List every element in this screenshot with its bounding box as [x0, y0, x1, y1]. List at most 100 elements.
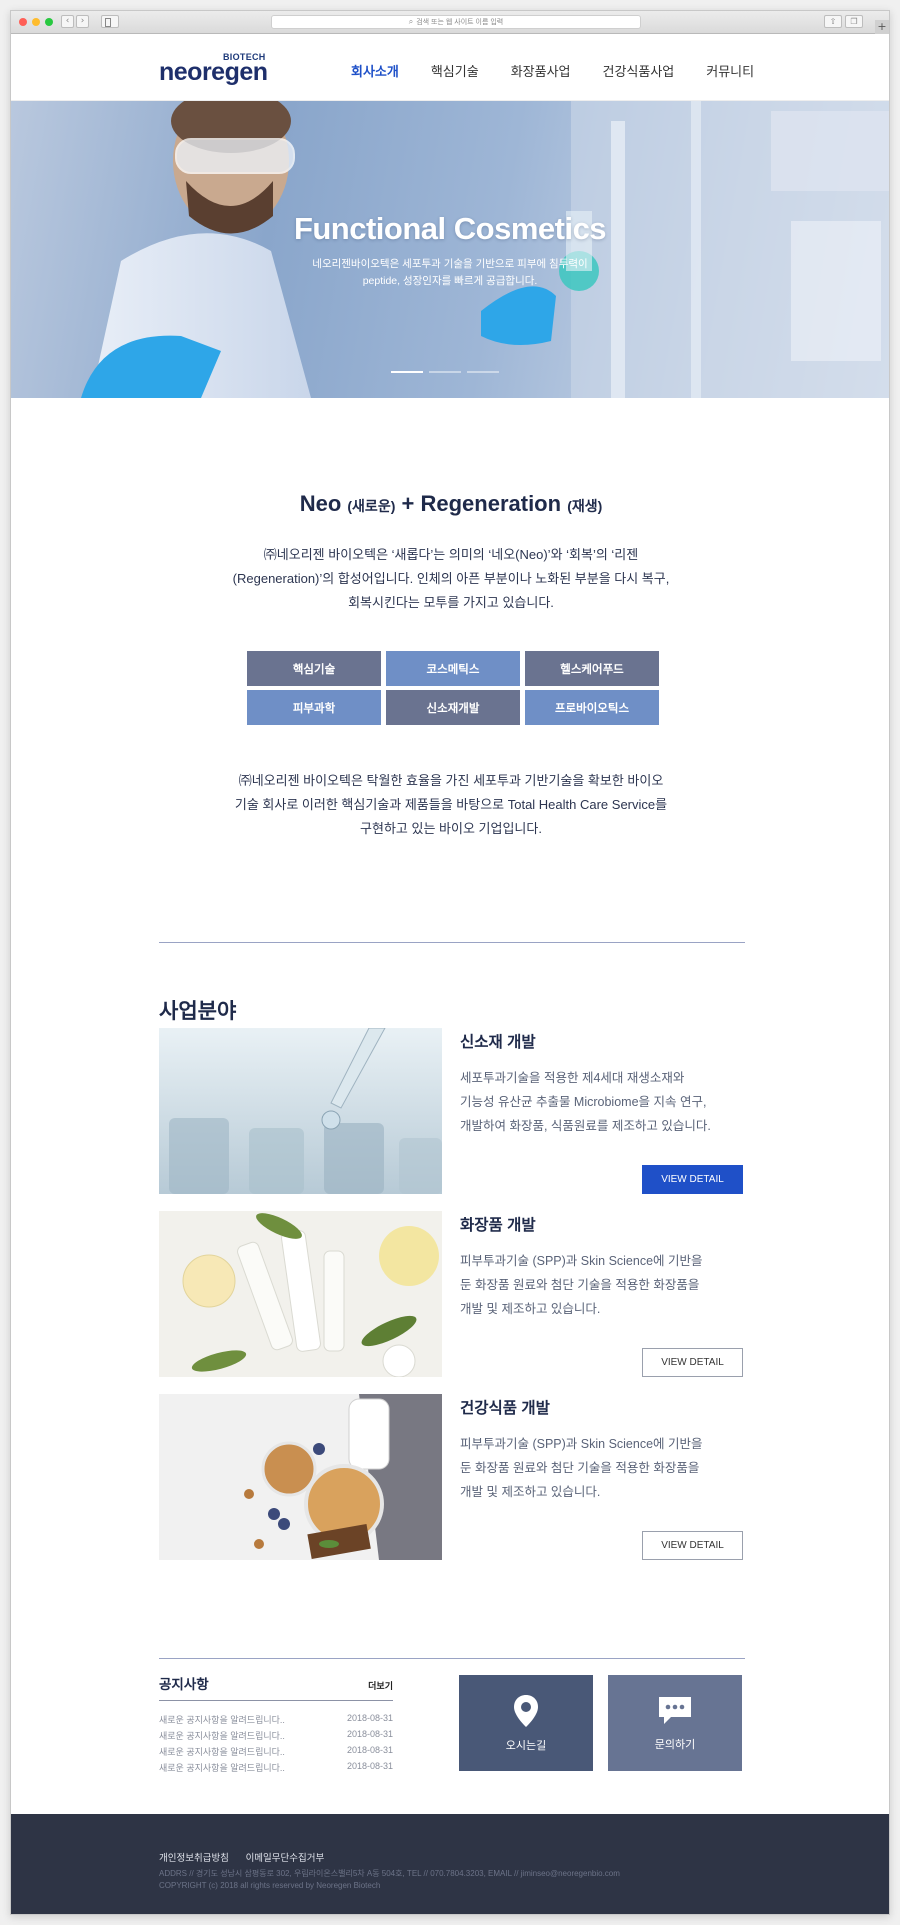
chip-healthcare-food[interactable]: 헬스케어푸드	[525, 651, 659, 686]
desc-line: 개발 및 제조하고 있습니다.	[460, 1302, 601, 1316]
location-label: 오시는길	[505, 1739, 547, 1752]
chip-cosmetics[interactable]: 코스메틱스	[386, 651, 520, 686]
notice-list: 새로운 공지사항을 알려드립니다.. 2018-08-31 새로운 공지사항을 알…	[159, 1713, 393, 1777]
site-header: BIOTECH neoregen 회사소개 핵심기술 화장품사업 건강식품사업 …	[11, 34, 889, 101]
cosmetics-products-image	[159, 1211, 442, 1377]
hero-subtitle-line: peptide, 성장인자를 빠르게 공급합니다.	[362, 275, 538, 287]
footer-address: ADDRS // 경기도 성남시 삼평동로 302, 우림라이온스밸리5차 A동…	[159, 1869, 620, 1878]
desc-line: 피부투과기술 (SPP)과 Skin Science에 기반을	[460, 1254, 703, 1268]
notice-item-text: 새로운 공지사항을 알려드립니다..	[159, 1731, 285, 1741]
nav-company[interactable]: 회사소개	[351, 61, 399, 80]
nav-community[interactable]: 커뮤니티	[706, 61, 754, 80]
company-description: ㈜네오리젠 바이오텍은 탁월한 효율을 가진 세포투과 기반기술을 확보한 바이…	[161, 769, 741, 841]
intro-title-regen-ko: (재생)	[567, 498, 603, 514]
slider-pagination	[391, 371, 499, 373]
intro-title-plus: +	[401, 491, 415, 516]
desc-line: 개발하여 화장품, 식품원료를 제조하고 있습니다.	[460, 1119, 711, 1133]
sidebar-toggle-icon[interactable]	[101, 15, 119, 28]
location-button[interactable]: 오시는길	[459, 1675, 593, 1771]
chip-probiotics[interactable]: 프로바이오틱스	[525, 690, 659, 725]
desc-line: 기능성 유산균 추출물 Microbiome을 지속 연구,	[460, 1095, 707, 1109]
notice-item-date: 2018-08-31	[346, 1729, 393, 1739]
main-nav: 회사소개 핵심기술 화장품사업 건강식품사업 커뮤니티	[351, 61, 786, 80]
business-item-title: 화장품 개발	[460, 1217, 536, 1234]
window-controls	[19, 18, 53, 26]
chip-core-tech[interactable]: 핵심기술	[247, 651, 381, 686]
desc-line: 세포투과기술을 적용한 제4세대 재생소재와	[460, 1071, 685, 1085]
desc-line: 둔 화장품 원료와 첨단 기술을 적용한 화장품을	[460, 1461, 700, 1475]
business-item-health-food: 건강식품 개발 피부투과기술 (SPP)과 Skin Science에 기반을 …	[159, 1394, 745, 1560]
map-pin-icon	[514, 1694, 538, 1727]
intro-title-neo: Neo	[299, 491, 342, 516]
desc-line: 둔 화장품 원료와 첨단 기술을 적용한 화장품을	[460, 1278, 700, 1292]
business-item-desc: 세포투과기술을 적용한 제4세대 재생소재와 기능성 유산균 추출물 Micro…	[460, 1066, 745, 1138]
nav-core-tech[interactable]: 핵심기술	[431, 61, 479, 80]
intro-title: Neo (새로운) + Regeneration (재생)	[11, 491, 889, 517]
address-placeholder: 검색 또는 웹 사이트 이름 입력	[416, 19, 504, 26]
notice-item[interactable]: 새로운 공지사항을 알려드립니다.. 2018-08-31	[159, 1713, 393, 1729]
intro-description: ㈜네오리젠 바이오텍은 ‘새롭다’는 의미의 ‘네오(Neo)’와 ‘회복’의 …	[161, 543, 741, 615]
desc-line: 피부투과기술 (SPP)과 Skin Science에 기반을	[460, 1437, 703, 1451]
lab-dropper-image	[159, 1028, 442, 1194]
search-icon: ⌕	[408, 17, 414, 26]
section-divider	[159, 1658, 745, 1659]
keyword-chips: 핵심기술 코스메틱스 헬스케어푸드 피부과학 신소재개발 프로바이오틱스	[247, 651, 659, 725]
intro-desc-line: ㈜네오리젠 바이오텍은 ‘새롭다’는 의미의 ‘네오(Neo)’와 ‘회복’의 …	[263, 547, 639, 562]
tabs-icon[interactable]: ❐	[845, 15, 863, 28]
notice-item-text: 새로운 공지사항을 알려드립니다..	[159, 1715, 285, 1725]
notice-title: 공지사항	[159, 1677, 209, 1692]
new-tab-icon[interactable]: +	[875, 20, 889, 34]
notice-item-text: 새로운 공지사항을 알려드립니다..	[159, 1747, 285, 1757]
share-icon[interactable]: ⇧	[824, 15, 842, 28]
business-item-new-material: 신소재 개발 세포투과기술을 적용한 제4세대 재생소재와 기능성 유산균 추출…	[159, 1028, 745, 1194]
inquiry-button[interactable]: 문의하기	[608, 1675, 742, 1771]
notice-more-link[interactable]: 더보기	[368, 1679, 393, 1692]
notice-item-date: 2018-08-31	[346, 1745, 393, 1755]
notice-item[interactable]: 새로운 공지사항을 알려드립니다.. 2018-08-31	[159, 1761, 393, 1777]
business-section-title: 사업분야	[159, 1000, 237, 1023]
notice-item-text: 새로운 공지사항을 알려드립니다..	[159, 1763, 285, 1773]
intro-desc-line: (Regeneration)’의 합성어입니다. 인체의 아픈 부분이나 노화된…	[232, 571, 670, 586]
privacy-policy-link[interactable]: 개인정보취급방침	[159, 1853, 229, 1864]
forward-icon[interactable]: ›	[76, 15, 89, 28]
email-policy-link[interactable]: 이메일무단수집거부	[246, 1853, 325, 1864]
notice-item-date: 2018-08-31	[346, 1713, 393, 1723]
business-item-title: 신소재 개발	[460, 1034, 536, 1051]
browser-toolbar: ‹ › ⌕ 검색 또는 웹 사이트 이름 입력 ⇧ ❐ +	[11, 11, 889, 34]
slide-dot[interactable]	[467, 371, 499, 373]
intro-title-regen: Regeneration	[420, 491, 562, 516]
hero-background-image	[81, 101, 889, 398]
slide-dot[interactable]	[391, 371, 423, 373]
company-desc-line: 기술 회사로 이러한 핵심기술과 제품들을 바탕으로 Total Health …	[234, 797, 668, 812]
intro-desc-line: 회복시킨다는 모투를 가지고 있습니다.	[348, 595, 554, 610]
zoom-window-icon[interactable]	[45, 18, 53, 26]
nav-health-food[interactable]: 건강식품사업	[603, 61, 675, 80]
business-item-desc: 피부투과기술 (SPP)과 Skin Science에 기반을 둔 화장품 원료…	[460, 1432, 745, 1504]
notice-header: 공지사항 더보기	[159, 1673, 393, 1701]
health-food-image	[159, 1394, 442, 1560]
desc-line: 개발 및 제조하고 있습니다.	[460, 1485, 601, 1499]
hero-title: Functional Cosmetics	[293, 211, 607, 246]
intro-title-neo-ko: (새로운)	[347, 498, 396, 514]
hero-subtitle-line: 네오리젠바이오텍은 세포투과 기술을 기반으로 피부에 침투력이	[312, 258, 588, 270]
chip-dermatology[interactable]: 피부과학	[247, 690, 381, 725]
business-item-cosmetics: 화장품 개발 피부투과기술 (SPP)과 Skin Science에 기반을 둔…	[159, 1211, 745, 1377]
nav-cosmetics[interactable]: 화장품사업	[511, 61, 571, 80]
notice-board: 공지사항 더보기 새로운 공지사항을 알려드립니다.. 2018-08-31 새로…	[159, 1673, 393, 1777]
notice-item-date: 2018-08-31	[346, 1761, 393, 1771]
view-detail-button[interactable]: VIEW DETAIL	[642, 1348, 743, 1377]
notice-item[interactable]: 새로운 공지사항을 알려드립니다.. 2018-08-31	[159, 1745, 393, 1761]
slide-dot[interactable]	[429, 371, 461, 373]
address-bar[interactable]: ⌕ 검색 또는 웹 사이트 이름 입력	[271, 15, 641, 29]
business-item-title: 건강식품 개발	[460, 1400, 550, 1417]
section-divider	[159, 942, 745, 943]
minimize-window-icon[interactable]	[32, 18, 40, 26]
business-item-desc: 피부투과기술 (SPP)과 Skin Science에 기반을 둔 화장품 원료…	[460, 1249, 745, 1321]
close-window-icon[interactable]	[19, 18, 27, 26]
back-icon[interactable]: ‹	[61, 15, 74, 28]
footer-links: 개인정보취급방침 이메일무단수집거부	[159, 1850, 338, 1864]
view-detail-button[interactable]: VIEW DETAIL	[642, 1165, 743, 1194]
chip-new-material[interactable]: 신소재개발	[386, 690, 520, 725]
view-detail-button[interactable]: VIEW DETAIL	[642, 1531, 743, 1560]
notice-item[interactable]: 새로운 공지사항을 알려드립니다.. 2018-08-31	[159, 1729, 393, 1745]
